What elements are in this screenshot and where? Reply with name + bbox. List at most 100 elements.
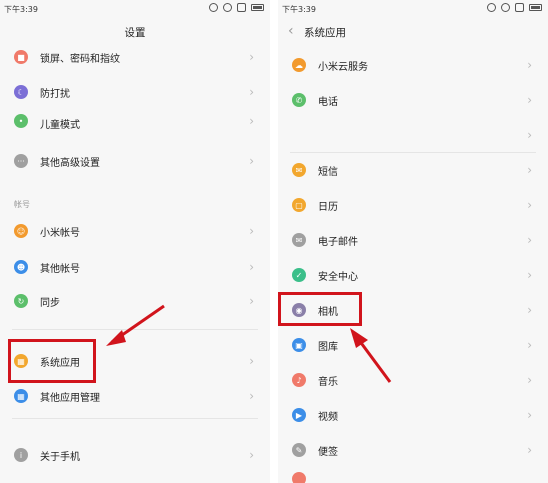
status-bar: 下午3:39: [0, 0, 270, 18]
item-label: 电子邮件: [318, 236, 358, 248]
item-label: 防打扰: [40, 88, 70, 100]
video-icon: ▶: [292, 408, 306, 422]
item-label: 日历: [318, 201, 338, 213]
settings-item-dnd[interactable]: ☾ 防打扰 ›: [0, 75, 270, 109]
app-item-calendar[interactable]: ▢ 日历 ›: [278, 188, 548, 222]
chevron-right-icon: ›: [527, 408, 532, 422]
item-label: 其他高级设置: [40, 157, 100, 169]
music-icon: ♪: [292, 373, 306, 387]
back-arrow-icon[interactable]: ‹: [288, 23, 294, 39]
app-item-music[interactable]: ♪ 音乐 ›: [278, 363, 548, 397]
item-label: 电话: [318, 96, 338, 108]
chevron-right-icon: ›: [249, 50, 254, 64]
chevron-right-icon: ›: [249, 389, 254, 403]
mail-icon: ✉: [292, 233, 306, 247]
cloud-icon: ☁: [292, 58, 306, 72]
app-item-notes[interactable]: ✎ 便签 ›: [278, 433, 548, 467]
chevron-right-icon: ›: [527, 198, 532, 212]
item-label: 图库: [318, 341, 338, 353]
status-bar: 下午3:39: [278, 0, 548, 18]
chevron-right-icon: ›: [527, 268, 532, 282]
pointer-arrow: [350, 328, 392, 383]
chevron-right-icon: ›: [527, 128, 532, 142]
app-item-email[interactable]: ✉ 电子邮件 ›: [278, 223, 548, 257]
chevron-right-icon: ›: [527, 93, 532, 107]
settings-panel: 下午3:39 设置 ■ 锁屏、密码和指纹 › ☾ 防打扰 › • 儿童模式 › …: [0, 0, 270, 483]
item-label: 音乐: [318, 376, 338, 388]
recorder-icon: [292, 472, 306, 483]
mi-account-icon: ☺: [14, 224, 28, 238]
lock-icon: ■: [14, 50, 28, 64]
item-label: 关于手机: [40, 451, 80, 463]
sync-icon: ↻: [14, 294, 28, 308]
item-label: 锁屏、密码和指纹: [40, 53, 120, 65]
pointer-arrow: [106, 304, 165, 346]
item-label: 儿童模式: [40, 120, 80, 131]
app-item-security[interactable]: ✓ 安全中心 ›: [278, 258, 548, 292]
chevron-right-icon: ›: [249, 114, 254, 128]
app-item-sms[interactable]: ✉ 短信 ›: [278, 153, 548, 187]
alarm-icon: [209, 3, 218, 12]
chevron-right-icon: ›: [527, 303, 532, 317]
info-icon: i: [14, 448, 28, 462]
title-bar: ‹ 系统应用: [278, 18, 548, 46]
chevron-right-icon: ›: [249, 354, 254, 368]
more-dots-icon: ···: [14, 154, 28, 168]
item-label: 安全中心: [318, 271, 358, 283]
chevron-right-icon: ›: [249, 154, 254, 168]
chevron-right-icon: ›: [527, 373, 532, 387]
wifi-icon: [223, 3, 232, 12]
battery-icon: [529, 4, 542, 11]
item-label: 短信: [318, 166, 338, 178]
sim-icon: [515, 3, 524, 12]
calendar-icon: ▢: [292, 198, 306, 212]
phone-icon: ✆: [292, 93, 306, 107]
chevron-right-icon: ›: [527, 443, 532, 457]
notes-icon: ✎: [292, 443, 306, 457]
settings-item-child-mode[interactable]: • 儿童模式 ›: [0, 114, 270, 136]
status-time: 下午3:39: [4, 5, 38, 14]
settings-item-about[interactable]: i 关于手机 ›: [0, 438, 270, 472]
highlight-box: [278, 292, 362, 326]
wifi-icon: [501, 3, 510, 12]
sim-icon: [237, 3, 246, 12]
gallery-icon: ▣: [292, 338, 306, 352]
highlight-box: [8, 339, 96, 383]
chevron-right-icon: ›: [249, 448, 254, 462]
settings-item-other-accounts[interactable]: ☻ 其他帐号 ›: [0, 250, 270, 284]
settings-item-lock[interactable]: ■ 锁屏、密码和指纹 ›: [0, 40, 270, 74]
app-item-video[interactable]: ▶ 视频 ›: [278, 398, 548, 432]
chevron-right-icon: ›: [249, 224, 254, 238]
user-icon: ☻: [14, 260, 28, 274]
app-item-phone[interactable]: ✆ 电话 ›: [278, 83, 548, 117]
child-mode-icon: •: [14, 114, 28, 128]
item-label: 小米帐号: [40, 227, 80, 239]
chevron-right-icon: ›: [249, 294, 254, 308]
battery-icon: [251, 4, 264, 11]
app-item-mi-cloud[interactable]: ☁ 小米云服务 ›: [278, 48, 548, 82]
app-item-recorder[interactable]: [278, 470, 548, 483]
app-manage-icon: ▦: [14, 389, 28, 403]
shield-icon: ✓: [292, 268, 306, 282]
item-label: 其他应用管理: [40, 392, 100, 404]
alarm-icon: [487, 3, 496, 12]
status-time: 下午3:39: [282, 5, 316, 14]
chevron-right-icon: ›: [527, 163, 532, 177]
item-label: 同步: [40, 297, 60, 309]
settings-item-mi-account[interactable]: ☺ 小米帐号 ›: [0, 214, 270, 248]
app-item-gallery[interactable]: ▣ 图库 ›: [278, 328, 548, 362]
chevron-right-icon: ›: [527, 233, 532, 247]
app-item-blank[interactable]: ›: [278, 118, 548, 152]
divider: [12, 418, 258, 419]
settings-item-advanced[interactable]: ··· 其他高级设置 ›: [0, 144, 270, 178]
chevron-right-icon: ›: [249, 85, 254, 99]
item-label: 视频: [318, 411, 338, 423]
settings-item-app-manage[interactable]: ▦ 其他应用管理 ›: [0, 379, 270, 413]
page-title: 系统应用: [304, 27, 346, 39]
system-apps-panel: 下午3:39 ‹ 系统应用 ☁ 小米云服务 › ✆ 电话 › › ✉ 短信 › …: [278, 0, 548, 483]
item-label: 小米云服务: [318, 61, 368, 73]
sms-icon: ✉: [292, 163, 306, 177]
chevron-right-icon: ›: [527, 338, 532, 352]
section-header-account: 帐号: [14, 200, 30, 209]
moon-icon: ☾: [14, 85, 28, 99]
